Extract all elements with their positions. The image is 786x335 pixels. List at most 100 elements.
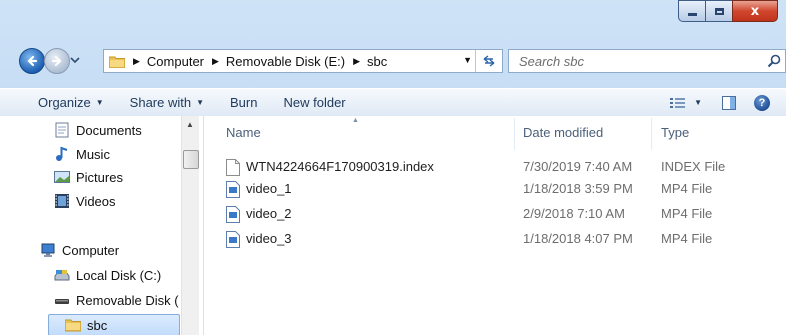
- organize-button[interactable]: Organize ▼: [38, 95, 104, 110]
- preview-pane-icon: [722, 95, 736, 110]
- tree-item-pictures[interactable]: Pictures: [54, 167, 123, 187]
- videos-icon: [54, 193, 70, 209]
- chevron-down-icon: ▼: [694, 98, 702, 107]
- file-name: video_2: [246, 206, 292, 221]
- music-icon: [54, 146, 70, 162]
- tree-item-sbc[interactable]: sbc: [48, 314, 180, 335]
- search-box[interactable]: [508, 49, 786, 73]
- file-row[interactable]: video_2 2/9/2018 7:10 AM MP4 File: [218, 203, 786, 225]
- recent-pages-button[interactable]: [70, 54, 80, 66]
- burn-button[interactable]: Burn: [230, 95, 257, 110]
- file-name: WTN4224664F170900319.index: [246, 159, 434, 174]
- forward-arrow-icon: [51, 55, 62, 67]
- refresh-icon: [483, 55, 495, 67]
- file-type: INDEX File: [661, 159, 726, 174]
- tree-item-computer[interactable]: Computer: [40, 240, 119, 260]
- tree-item-documents[interactable]: Documents: [54, 120, 142, 140]
- folder-icon: [108, 55, 126, 68]
- file-row[interactable]: WTN4224664F170900319.index 7/30/2019 7:4…: [218, 156, 786, 178]
- search-input[interactable]: [517, 52, 751, 70]
- breadcrumb-computer[interactable]: Computer: [147, 54, 204, 69]
- maximize-icon: [714, 7, 724, 15]
- tree-item-videos[interactable]: Videos: [54, 191, 116, 211]
- scroll-thumb[interactable]: [183, 150, 199, 169]
- chevron-down-icon: ▼: [196, 98, 205, 107]
- file-type: MP4 File: [661, 231, 713, 246]
- chevron-down-icon: ▼: [95, 98, 104, 107]
- column-type[interactable]: Type: [661, 125, 689, 140]
- video-file-icon: [226, 206, 240, 223]
- address-dropdown-icon[interactable]: ▼: [463, 55, 472, 65]
- file-date: 1/18/2018 4:07 PM: [523, 231, 633, 246]
- tree-label: Music: [76, 146, 110, 162]
- file-name: video_3: [246, 231, 292, 246]
- forward-button[interactable]: [44, 48, 70, 74]
- close-icon: x: [750, 3, 760, 19]
- file-list-pane: ▲ Name Date modified Type WTN4224664F170…: [204, 116, 786, 335]
- explorer-window: x ▶ Computer ▶ Removable Disk (E:) ▶ sbc…: [0, 0, 786, 335]
- organize-label: Organize: [38, 95, 91, 110]
- column-name[interactable]: Name: [226, 125, 261, 140]
- back-arrow-icon: [27, 55, 38, 67]
- title-bar: x: [0, 0, 786, 36]
- column-divider[interactable]: [514, 118, 515, 150]
- maximize-button[interactable]: [705, 0, 732, 22]
- pictures-icon: [54, 169, 70, 185]
- file-date: 1/18/2018 3:59 PM: [523, 181, 633, 196]
- address-bar[interactable]: ▶ Computer ▶ Removable Disk (E:) ▶ sbc ▼: [103, 49, 503, 73]
- minimize-button[interactable]: [678, 0, 705, 22]
- close-button[interactable]: x: [732, 0, 778, 22]
- new-folder-label: New folder: [283, 95, 346, 110]
- video-file-icon: [226, 231, 240, 248]
- tree-item-removable-disk[interactable]: Removable Disk (: [54, 290, 179, 310]
- chevron-down-icon: [70, 57, 80, 64]
- navigation-row: ▶ Computer ▶ Removable Disk (E:) ▶ sbc ▼: [0, 48, 786, 74]
- tree-item-local-disk[interactable]: Local Disk (C:): [54, 265, 161, 285]
- file-date: 2/9/2018 7:10 AM: [523, 206, 625, 221]
- tree-label: Computer: [62, 242, 120, 258]
- video-file-icon: [226, 181, 240, 198]
- help-icon[interactable]: ?: [754, 94, 770, 111]
- computer-icon: [40, 242, 56, 258]
- breadcrumb-separator-icon[interactable]: ▶: [212, 56, 219, 67]
- file-row[interactable]: video_1 1/18/2018 3:59 PM MP4 File: [218, 178, 786, 200]
- command-bar: Organize ▼ Share with ▼ Burn New folder ▼ …: [0, 88, 786, 117]
- column-header: ▲ Name Date modified Type: [204, 116, 786, 152]
- breadcrumb-removable-disk[interactable]: Removable Disk (E:): [226, 54, 345, 69]
- share-with-button[interactable]: Share with ▼: [130, 95, 204, 110]
- back-button[interactable]: [19, 48, 45, 74]
- blank-file-icon: [226, 159, 240, 176]
- file-type: MP4 File: [661, 206, 713, 221]
- navigation-pane: Documents Music Pictures Videos Computer…: [0, 116, 204, 335]
- file-date: 7/30/2019 7:40 AM: [523, 159, 633, 174]
- tree-label: Videos: [76, 193, 116, 209]
- preview-pane-button[interactable]: [722, 95, 736, 110]
- change-view-button[interactable]: ▼: [670, 97, 702, 109]
- folder-icon: [64, 317, 82, 333]
- breadcrumb-separator-icon[interactable]: ▶: [353, 56, 360, 67]
- breadcrumb-separator-icon[interactable]: ▶: [133, 56, 140, 67]
- share-with-label: Share with: [129, 95, 192, 110]
- tree-label: Pictures: [76, 169, 123, 185]
- column-date-modified[interactable]: Date modified: [523, 125, 603, 140]
- breadcrumb-sbc[interactable]: sbc: [367, 54, 387, 69]
- tree-item-music[interactable]: Music: [54, 144, 110, 164]
- removable-drive-icon: [54, 292, 70, 308]
- column-divider[interactable]: [651, 118, 652, 150]
- scroll-up-icon[interactable]: ▲: [186, 120, 194, 129]
- refresh-button[interactable]: [475, 50, 502, 72]
- caption-buttons: x: [678, 0, 778, 22]
- tree-label: Documents: [76, 122, 142, 138]
- tree-label: sbc: [87, 317, 108, 333]
- hard-drive-icon: [54, 267, 70, 283]
- file-name: video_1: [246, 181, 292, 196]
- new-folder-button[interactable]: New folder: [283, 95, 345, 110]
- file-type: MP4 File: [661, 181, 713, 196]
- tree-label: Local Disk (C:): [76, 267, 162, 283]
- file-row[interactable]: video_3 1/18/2018 4:07 PM MP4 File: [218, 228, 786, 250]
- view-list-icon: [670, 97, 686, 108]
- tree-label: Removable Disk (: [76, 292, 179, 308]
- nav-scrollbar[interactable]: ▲: [181, 116, 199, 335]
- search-icon[interactable]: [767, 54, 781, 68]
- burn-label: Burn: [230, 95, 258, 110]
